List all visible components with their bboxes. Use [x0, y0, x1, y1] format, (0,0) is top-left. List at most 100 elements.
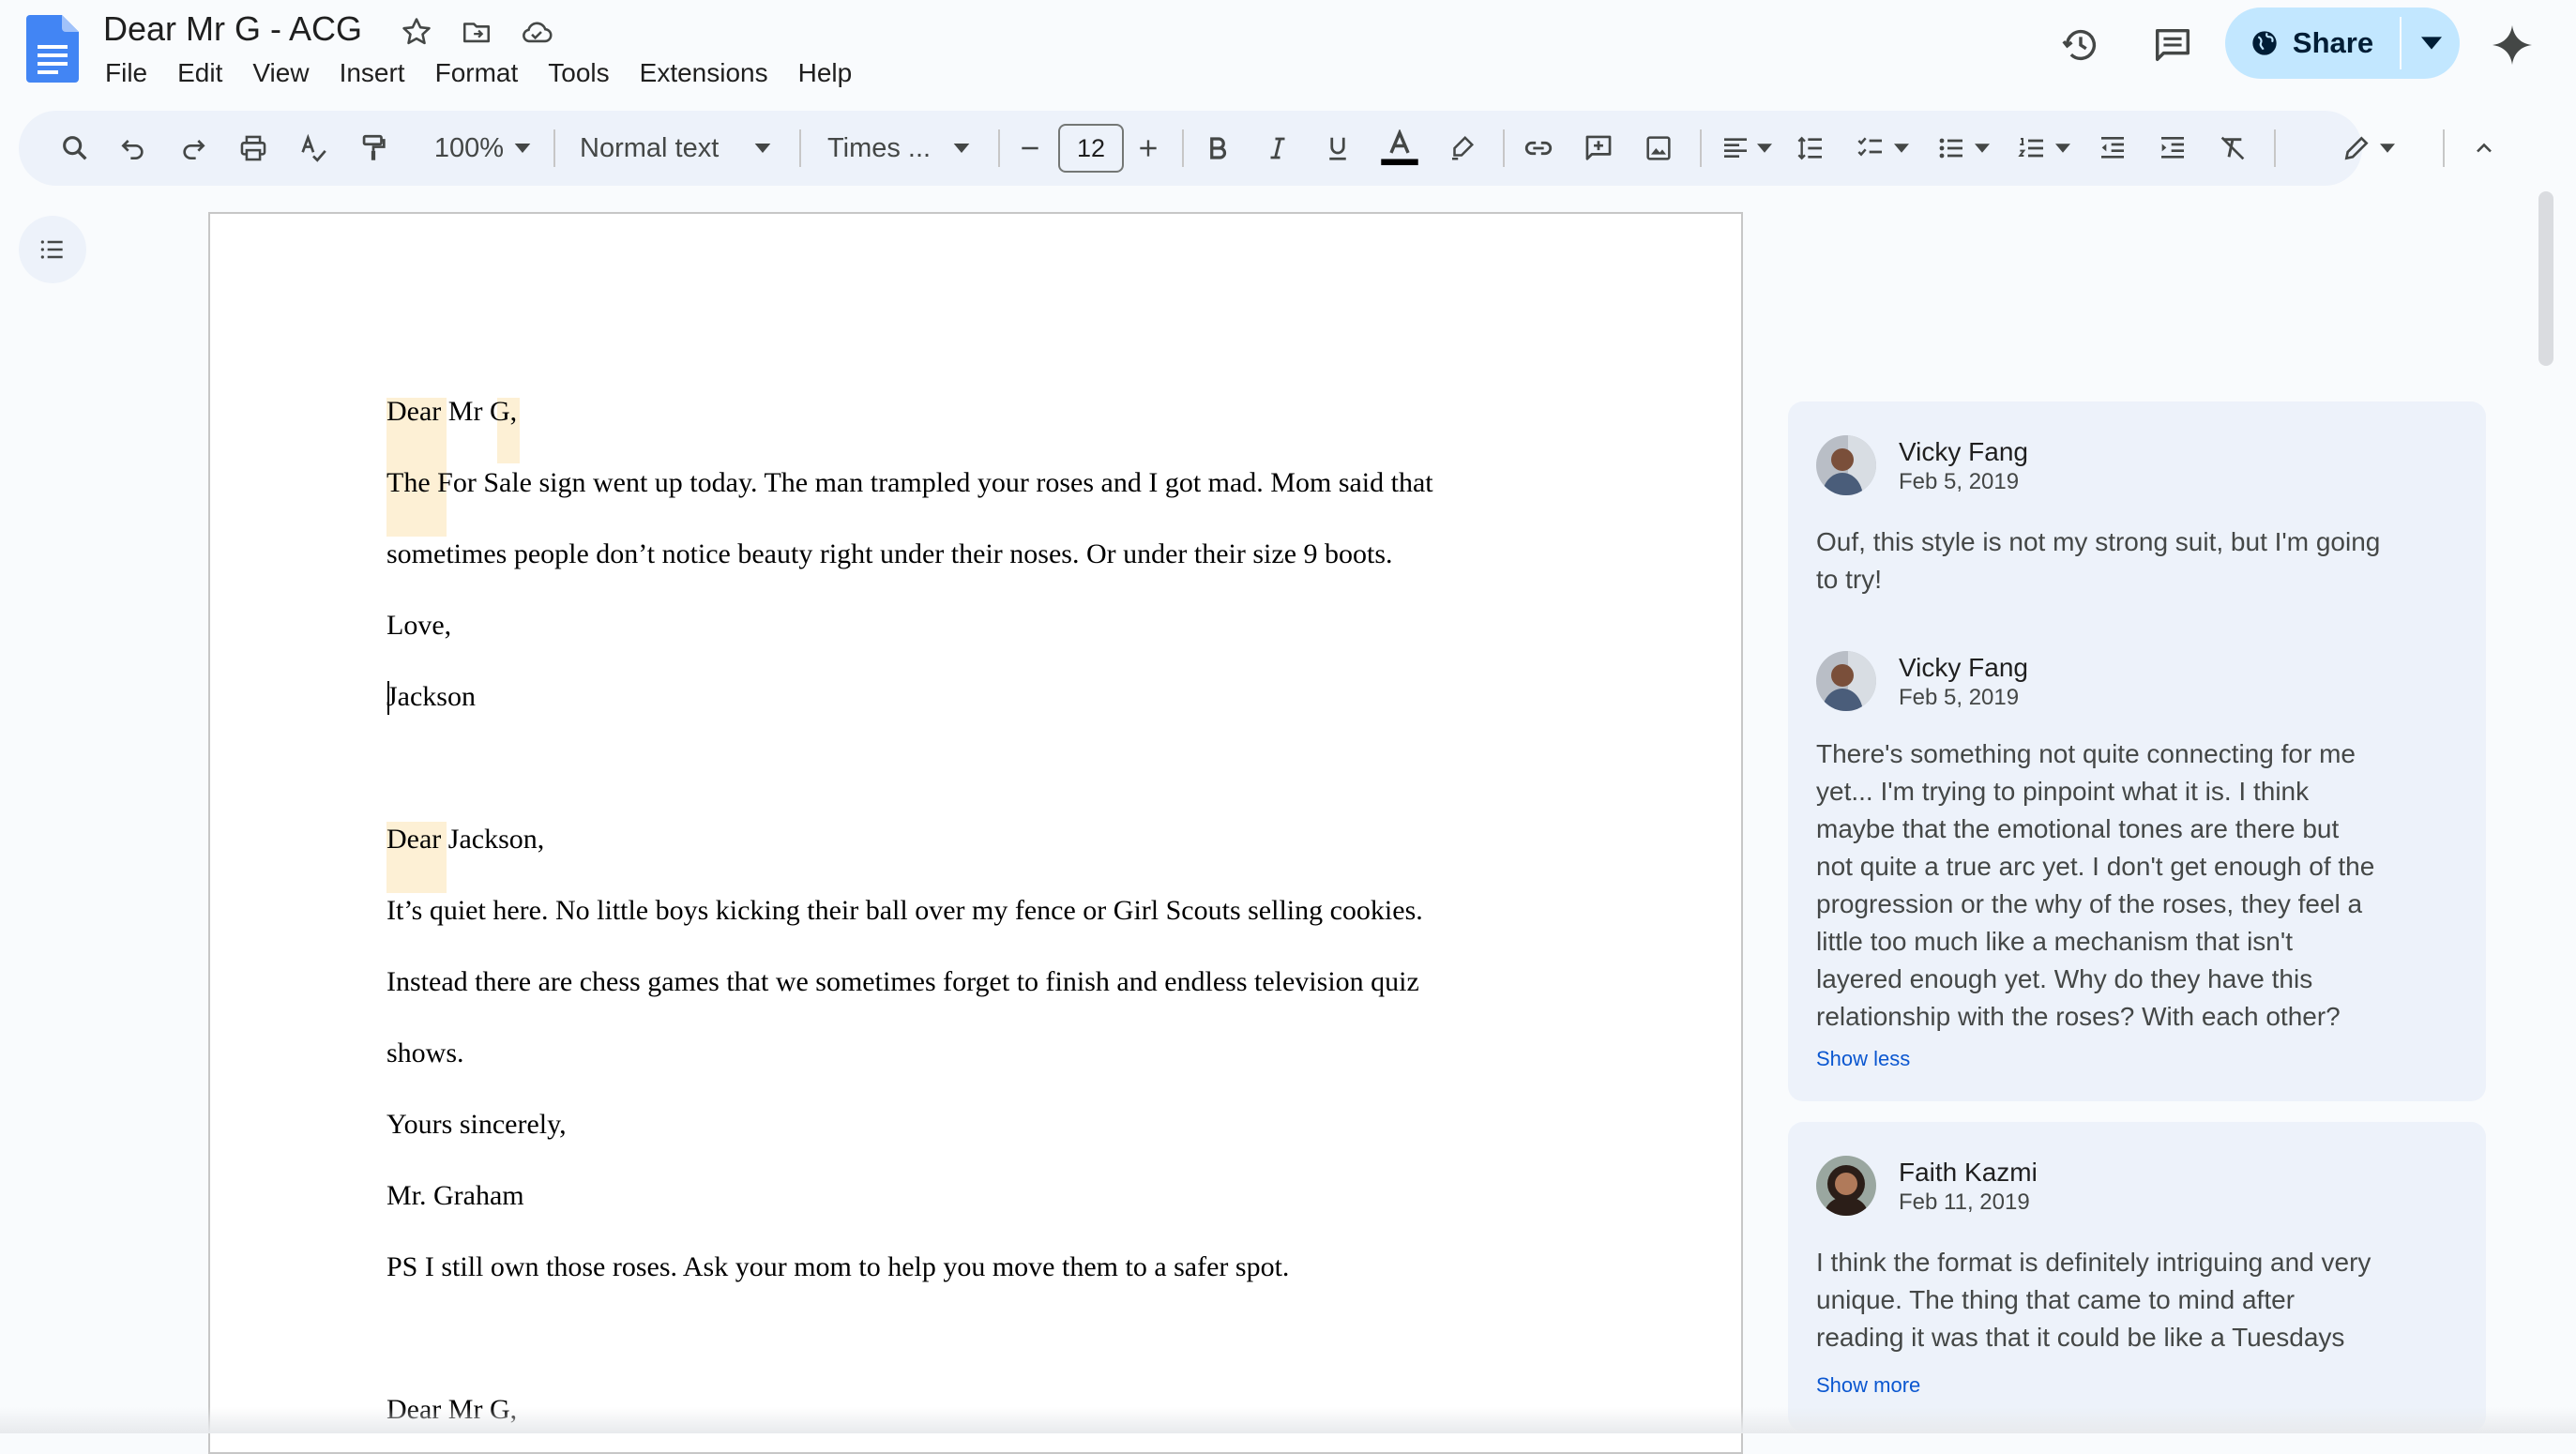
- bulleted-list-caret-icon[interactable]: [1970, 111, 1994, 186]
- comment-author: Faith Kazmi: [1899, 1158, 2038, 1187]
- menu-tools[interactable]: Tools: [533, 56, 624, 90]
- show-more-link[interactable]: Show more: [1816, 1373, 1920, 1398]
- doc-paragraph[interactable]: Instead there are chess games that we so…: [386, 966, 1419, 998]
- menu-bar: File Edit View Insert Format Tools Exten…: [90, 56, 867, 90]
- avatar: [1816, 651, 1876, 711]
- cloud-saved-icon[interactable]: [516, 11, 557, 53]
- numbered-list-icon[interactable]: [2008, 111, 2056, 186]
- text-color-icon[interactable]: [1373, 111, 1426, 186]
- avatar: [1816, 1156, 1876, 1216]
- font-select[interactable]: Times ...: [827, 111, 949, 186]
- undo-icon[interactable]: [109, 111, 158, 186]
- numbered-list-caret-icon[interactable]: [2051, 111, 2075, 186]
- menu-insert[interactable]: Insert: [325, 56, 420, 90]
- menu-edit[interactable]: Edit: [162, 56, 237, 90]
- line-spacing-icon[interactable]: [1786, 111, 1835, 186]
- document-title[interactable]: Dear Mr G - ACG: [103, 9, 362, 49]
- bottom-edge: [0, 1407, 2576, 1433]
- move-to-folder-icon[interactable]: [456, 11, 497, 53]
- doc-paragraph[interactable]: Love,: [386, 610, 451, 642]
- spellcheck-icon[interactable]: [289, 111, 338, 186]
- toolbar-divider: [799, 129, 801, 167]
- comment-text: yet... I'm trying to pinpoint what it is…: [1816, 777, 2310, 806]
- comment-text: unique. The thing that came to mind afte…: [1816, 1285, 2296, 1314]
- collapse-menus-icon[interactable]: [2460, 111, 2508, 186]
- paint-format-icon[interactable]: [349, 111, 398, 186]
- caret-down-icon: [2421, 37, 2442, 50]
- link-icon[interactable]: [1514, 111, 1563, 186]
- decrease-font-size-icon[interactable]: [1009, 111, 1051, 186]
- menu-file[interactable]: File: [90, 56, 162, 90]
- doc-paragraph[interactable]: Yours sincerely,: [386, 1109, 567, 1141]
- align-caret-icon[interactable]: [1752, 111, 1777, 186]
- comments-icon[interactable]: [2146, 19, 2199, 71]
- underline-icon[interactable]: [1313, 111, 1362, 186]
- add-comment-icon[interactable]: [1574, 111, 1623, 186]
- menu-view[interactable]: View: [237, 56, 324, 90]
- toolbar-divider: [1700, 129, 1702, 167]
- paragraph-style-value: Normal text: [580, 132, 720, 163]
- font-value: Times ...: [827, 132, 932, 163]
- toolbar-divider: [2274, 129, 2276, 167]
- decrease-indent-icon[interactable]: [2088, 111, 2137, 186]
- clear-formatting-icon[interactable]: [2208, 111, 2257, 186]
- doc-paragraph[interactable]: The For Sale sign went up today. The man…: [386, 467, 1433, 499]
- paragraph-style-select[interactable]: Normal text: [580, 111, 758, 186]
- checklist-icon[interactable]: [1846, 111, 1895, 186]
- comment-date: Feb 5, 2019: [1899, 469, 2020, 494]
- editing-mode-caret-icon[interactable]: [2373, 111, 2402, 186]
- comment-date: Feb 5, 2019: [1899, 685, 2020, 710]
- avatar: [1816, 435, 1876, 495]
- show-less-link[interactable]: Show less: [1816, 1047, 1910, 1071]
- comment-text: Ouf, this style is not my strong suit, b…: [1816, 527, 2381, 556]
- text-cursor: [387, 681, 389, 715]
- zoom-caret-icon[interactable]: [508, 111, 537, 186]
- style-caret-icon[interactable]: [749, 111, 777, 186]
- doc-paragraph[interactable]: Mr. Graham: [386, 1180, 524, 1212]
- search-icon[interactable]: [49, 111, 101, 186]
- menu-extensions[interactable]: Extensions: [625, 56, 783, 90]
- increase-indent-icon[interactable]: [2148, 111, 2197, 186]
- gemini-icon[interactable]: [2486, 19, 2538, 71]
- share-button[interactable]: Share: [2225, 8, 2398, 79]
- checklist-caret-icon[interactable]: [1889, 111, 1914, 186]
- font-size-input[interactable]: 12: [1058, 124, 1124, 173]
- doc-paragraph[interactable]: shows.: [386, 1037, 464, 1069]
- comment-text: little too much like a mechanism that is…: [1816, 927, 2294, 956]
- comment-text: layered enough yet. Why do they have thi…: [1816, 964, 2313, 993]
- doc-paragraph[interactable]: Jackson: [386, 681, 476, 713]
- print-icon[interactable]: [229, 111, 278, 186]
- document-outline-button[interactable]: [19, 216, 86, 283]
- share-options-button[interactable]: [2405, 8, 2458, 79]
- redo-icon[interactable]: [169, 111, 218, 186]
- docs-logo-icon[interactable]: [26, 15, 79, 83]
- doc-paragraph[interactable]: Dear Mr G,: [386, 396, 517, 428]
- comment-text: relationship with the roses? With each o…: [1816, 1002, 2341, 1031]
- version-history-icon[interactable]: [2054, 19, 2107, 71]
- scrollbar-thumb[interactable]: [2538, 191, 2553, 366]
- zoom-value: 100%: [433, 132, 505, 163]
- toolbar-divider: [998, 129, 1000, 167]
- toolbar-divider: [1182, 129, 1184, 167]
- doc-paragraph[interactable]: PS I still own those roses. Ask your mom…: [386, 1251, 1289, 1283]
- italic-icon[interactable]: [1253, 111, 1302, 186]
- comment-text: I think the format is definitely intrigu…: [1816, 1248, 2371, 1277]
- highlight-icon[interactable]: [1437, 111, 1486, 186]
- insert-image-icon[interactable]: [1634, 111, 1683, 186]
- bulleted-list-icon[interactable]: [1927, 111, 1976, 186]
- doc-paragraph[interactable]: Dear Jackson,: [386, 824, 544, 856]
- share-button-group: Share: [2225, 8, 2460, 79]
- doc-paragraph[interactable]: sometimes people don’t notice beauty rig…: [386, 538, 1393, 570]
- star-icon[interactable]: [396, 11, 437, 53]
- toolbar-divider: [1503, 129, 1505, 167]
- menu-help[interactable]: Help: [783, 56, 868, 90]
- doc-paragraph[interactable]: It’s quiet here. No little boys kicking …: [386, 895, 1423, 927]
- comment-text: progression or the why of the roses, the…: [1816, 889, 2363, 918]
- menu-format[interactable]: Format: [420, 56, 534, 90]
- increase-font-size-icon[interactable]: [1128, 111, 1169, 186]
- comment-author: Vicky Fang: [1899, 437, 2028, 466]
- bold-icon[interactable]: [1193, 111, 1242, 186]
- font-caret-icon[interactable]: [947, 111, 976, 186]
- toolbar: 100% Normal text Times ... 12: [19, 111, 2492, 186]
- comment-text: to try!: [1816, 565, 1883, 594]
